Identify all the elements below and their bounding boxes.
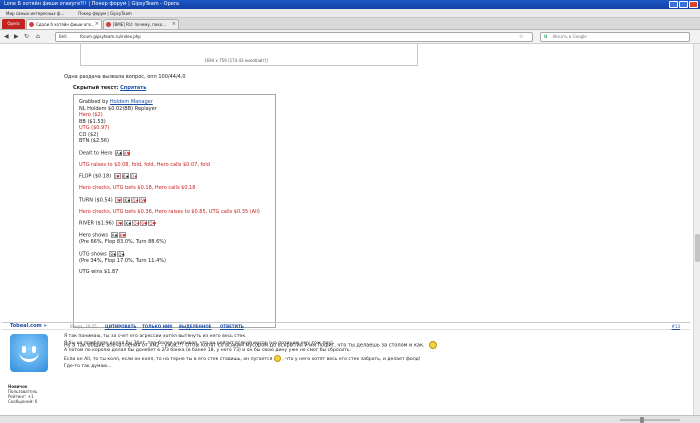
navigation-bar: ◀ ▶ ↻ ⌂ Веб forum.gipsyteam.ru/index.php…	[0, 30, 700, 44]
page-favicon-icon	[29, 22, 34, 27]
hand-history-box: Grabbed by Holdem Manager NL Holdem $0.0…	[73, 94, 276, 328]
card: J♥	[113, 173, 121, 179]
card: K♠	[121, 173, 130, 179]
reply-text: Если он All, то ты колл, если он колл, т…	[64, 356, 273, 362]
bookmark-star-icon[interactable]: ☆	[519, 33, 524, 41]
reply-post-header: Tobeal.com » Вчера, 10:25 ЦИТИРОВАТЬ ТОЛ…	[2, 322, 690, 330]
reply-line: А потом по королю делал бы донкбет в 2/3…	[64, 348, 352, 354]
reply-author-nick[interactable]: Tobeal.com »	[10, 323, 47, 330]
dealt-label: Dealt to Hero	[79, 150, 113, 156]
tab-label: Сдали б хотяйн фиши огв...	[36, 22, 95, 27]
reload-icon[interactable]: ↻	[24, 33, 29, 40]
reply-line: Я бы на префлопе делал бы 3бет, тем боле…	[64, 341, 335, 347]
zoom-slider[interactable]	[620, 419, 680, 421]
holdem-manager-link[interactable]: Holdem Manager	[110, 99, 153, 105]
card: A♣	[110, 232, 118, 238]
card: Q♥	[148, 220, 157, 226]
forward-icon[interactable]: ▶	[14, 33, 19, 40]
avatar[interactable]	[10, 334, 48, 372]
google-icon: G	[544, 34, 548, 39]
tab-label: [ВМЕ] RU: почему, поко...	[113, 22, 166, 27]
flop-label: FLOP ($0.18)	[79, 173, 112, 180]
zoom-slider-knob[interactable]	[640, 417, 644, 423]
card: 8♠	[109, 250, 117, 257]
selected-button[interactable]: ВЫДЕЛЕННОЕ	[179, 323, 211, 330]
card: J♥	[116, 220, 124, 226]
page-favicon-icon	[106, 22, 111, 27]
card: K♥	[118, 232, 126, 238]
window-title-bar: Lone Б хотяйн фиши огвиуге?!! | Покер фо…	[0, 0, 700, 9]
card: K♠	[124, 220, 132, 226]
turn-action: Hero checks, UTG bets $0.36, Hero raises…	[79, 208, 260, 215]
url-text: forum.gipsyteam.ru/index.php	[80, 34, 141, 39]
scrollbar-thumb[interactable]	[695, 234, 700, 262]
quote-button[interactable]: ЦИТИРОВАТЬ	[105, 323, 136, 330]
search-placeholder: Искать в Google	[553, 34, 587, 39]
minimize-button[interactable]	[669, 1, 678, 8]
utg-wins: UTG wins $1.87	[79, 269, 119, 275]
utg-shows-label: UTG shows	[79, 251, 107, 257]
card: K♥	[122, 149, 131, 156]
maximize-button[interactable]	[679, 1, 688, 8]
avatar-mouth	[19, 352, 39, 362]
scared-smiley-icon	[273, 354, 281, 362]
flop-line: FLOP ($0.18) J♥ K♠ Q♦	[79, 173, 270, 180]
hide-link[interactable]: Спрятать	[120, 85, 146, 91]
user-info: Новичок Пользователь Рейтинг: +1 Сообщен…	[8, 384, 37, 404]
river-label: RIVER ($1.96)	[79, 220, 114, 227]
tab-close-icon[interactable]: ×	[172, 20, 176, 29]
back-icon[interactable]: ◀	[4, 33, 9, 40]
river-line: RIVER ($1.96) J♥ K♠ Q♦6♥ Q♥	[79, 220, 270, 227]
tab-close-icon[interactable]: ×	[95, 20, 99, 29]
status-bar	[0, 415, 700, 423]
grabbed-prefix: Grabbed by	[79, 99, 109, 105]
reply-body: Я так понимаю, ты за счет его агрессии х…	[64, 333, 689, 370]
home-icon[interactable]: ⌂	[36, 33, 40, 40]
close-window-button[interactable]	[689, 1, 698, 8]
user-messages: Сообщений: 6	[8, 399, 38, 404]
reply-date: Вчера, 10:25	[70, 324, 97, 329]
tab-bar: Opera Сдали б хотяйн фиши огв... × [ВМЕ]…	[0, 18, 700, 30]
card: J♥	[115, 196, 123, 203]
card: A♣	[114, 149, 123, 156]
window-controls	[669, 1, 698, 8]
bookmark-item[interactable]: Покер форум | GipsyTeam	[78, 9, 132, 17]
reply-text: , что у него хотят весь его стек забрать…	[282, 356, 421, 362]
hidden-text-header: Скрытый текст: Спрятать	[73, 85, 146, 91]
window-title: Lone Б хотяйн фиши огвиуге?!! | Покер фо…	[4, 1, 179, 7]
reply-button[interactable]: ОТВЕТИТЬ	[220, 323, 244, 330]
hero-shows-label: Hero shows	[79, 232, 108, 239]
card: Q♦	[129, 173, 138, 179]
bookmarks-bar: Мир самых интересных ф... Покер форум | …	[0, 9, 700, 18]
tab-forum-other[interactable]: [ВМЕ] RU: почему, поко... ×	[103, 19, 179, 29]
address-bar[interactable]: Веб forum.gipsyteam.ru/index.php ☆	[55, 32, 533, 42]
dealt-line: Dealt to Hero A♣ K♥	[79, 149, 270, 157]
card: Q♠	[117, 250, 126, 257]
nick-only-button[interactable]: ТОЛЬКО НИК	[142, 323, 173, 330]
vertical-scrollbar[interactable]	[693, 44, 700, 415]
bookmark-item[interactable]: Мир самых интересных ф...	[6, 9, 64, 17]
reply-line: Я так понимаю, ты за счет его агрессии х…	[64, 334, 247, 339]
tab-forum-thread[interactable]: Сдали б хотяйн фиши огв... ×	[26, 19, 102, 29]
search-input[interactable]: G Искать в Google	[540, 32, 690, 42]
web-label: Веб	[59, 34, 67, 39]
card: K♠	[123, 196, 131, 203]
hero-shows-line: Hero shows A♣ K♥	[79, 232, 270, 239]
utg-shows-line: UTG shows 8♠ Q♠	[79, 250, 270, 258]
turn-label: TURN ($0.54)	[79, 197, 113, 203]
card: 6♥	[140, 220, 148, 226]
image-caption: [694 x 759 (174.43 килобайт)]	[205, 58, 268, 63]
question-line: Одна раздача вызвала вопрос, опп 100/44/…	[64, 74, 186, 80]
card: Q♦	[132, 220, 141, 226]
card: Q♦	[131, 196, 140, 203]
opera-menu-button[interactable]: Opera	[2, 19, 25, 29]
post-number-link[interactable]: #13	[672, 323, 680, 330]
turn-line: TURN ($0.54) J♥ K♠ Q♦6♥	[79, 196, 270, 204]
reply-line: Где-то так думаю...	[64, 363, 112, 369]
card: 6♥	[139, 196, 147, 203]
reply-line: Если он All, то ты колл, если он колл, т…	[64, 354, 689, 363]
hidden-text-label: Скрытый текст:	[73, 85, 119, 91]
